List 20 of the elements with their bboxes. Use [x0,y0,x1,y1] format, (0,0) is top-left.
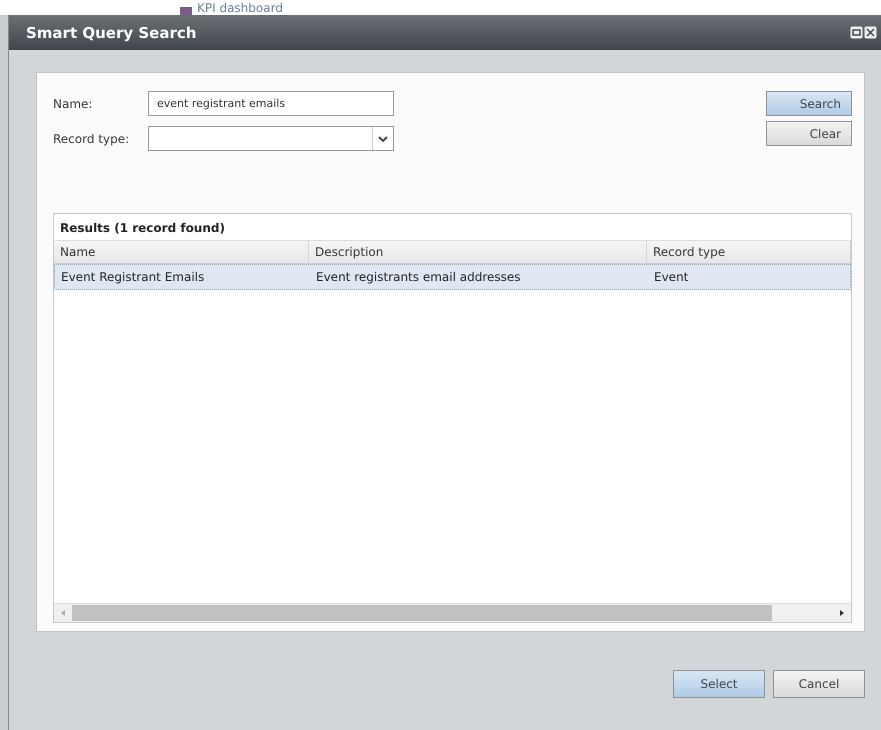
column-header[interactable]: Description [309,241,647,263]
dialog-button[interactable]: Select [673,670,765,698]
dialog-button[interactable]: Cancel [773,670,865,698]
field-label: Name: [53,96,94,110]
record-type-dropdown[interactable] [148,126,394,151]
background-link[interactable]: KPI dashboard [197,2,283,15]
table-cell-text: Event Registrant Emails [60,269,206,286]
column-header[interactable]: Name [54,241,309,263]
chart-icon [180,5,192,15]
result-row[interactable]: Event Registrant Emails Event registrants email addresses Event [54,264,851,290]
window-title: Smart Query Search [26,24,196,42]
name-field[interactable]: event registrant emails [148,91,394,116]
table-cell-text: Event [653,269,690,286]
field-label: Record type: [53,132,130,146]
table-cell-text: Event registrants email addresses [315,269,522,286]
close-icon[interactable] [864,26,877,39]
column-header[interactable]: Record type [647,241,851,263]
action-button[interactable]: Search [766,91,852,116]
action-button[interactable]: Clear [766,121,852,146]
maximize-icon[interactable] [850,26,863,39]
